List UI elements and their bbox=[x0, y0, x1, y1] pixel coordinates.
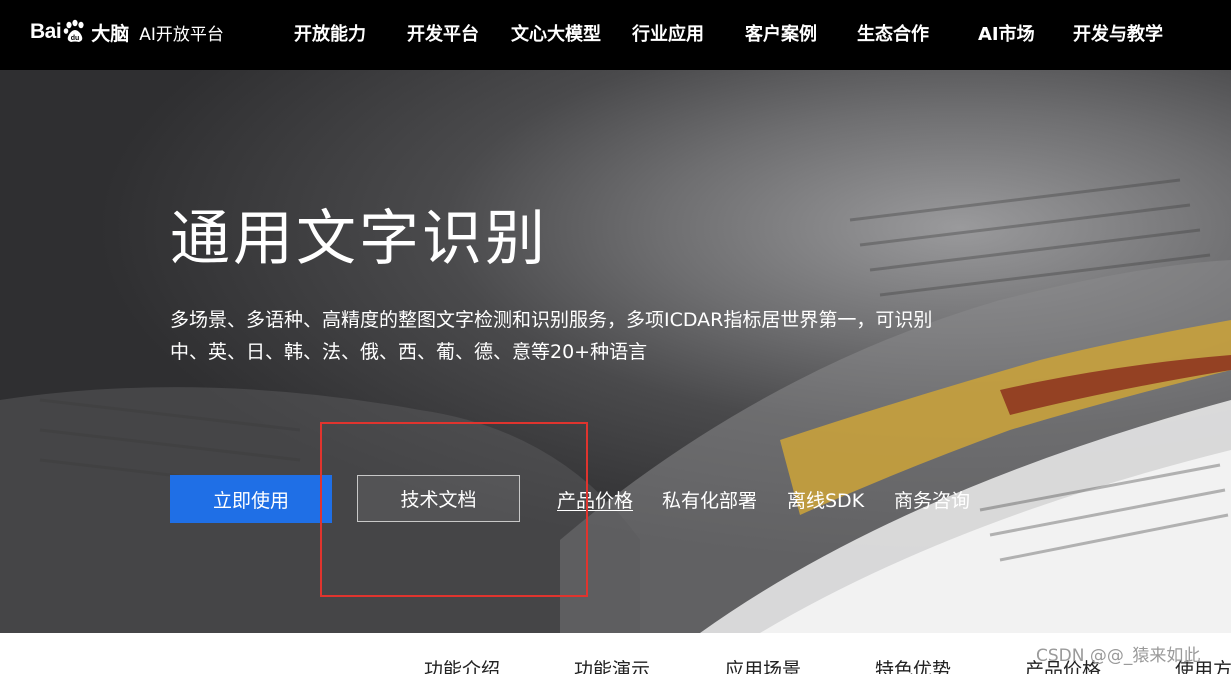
tab-demo[interactable]: 功能演示 bbox=[574, 655, 650, 674]
private-deploy-link[interactable]: 私有化部署 bbox=[662, 486, 757, 513]
use-now-button[interactable]: 立即使用 bbox=[170, 475, 332, 523]
business-consult-link[interactable]: 商务咨询 bbox=[894, 486, 970, 513]
nav-dev-teaching[interactable]: 开发与教学 bbox=[1073, 20, 1163, 46]
nav-open-capability[interactable]: 开放能力 bbox=[294, 20, 366, 46]
logo-subtitle: AI开放平台 bbox=[139, 24, 224, 45]
paw-icon: du bbox=[63, 19, 84, 42]
csdn-watermark: CSDN @@_猿来如此 bbox=[1036, 646, 1201, 666]
svg-text:du: du bbox=[71, 35, 80, 42]
tab-advantages[interactable]: 特色优势 bbox=[875, 655, 951, 674]
hero-title: 通用文字识别 bbox=[170, 204, 548, 274]
offline-sdk-link[interactable]: 离线SDK bbox=[787, 486, 864, 513]
product-price-link[interactable]: 产品价格 bbox=[557, 486, 633, 513]
nav-dev-platform[interactable]: 开发平台 bbox=[407, 20, 479, 46]
tab-features[interactable]: 功能介绍 bbox=[424, 655, 500, 674]
tab-scenarios[interactable]: 应用场景 bbox=[725, 655, 801, 674]
hero-description: 多场景、多语种、高精度的整图文字检测和识别服务，多项ICDAR指标居世界第一，可… bbox=[170, 309, 933, 363]
top-navbar: Bai du 大脑 AI开放平台 开放能力 开发平台 文心大模型 行业应用 客户… bbox=[0, 0, 1231, 70]
nav-industry-apps[interactable]: 行业应用 bbox=[632, 20, 704, 46]
logo-bai-text: Bai bbox=[30, 20, 62, 43]
nav-ecosystem[interactable]: 生态合作 bbox=[857, 20, 929, 46]
logo-brain-text: 大脑 bbox=[91, 22, 130, 45]
hero-banner: 通用文字识别 多场景、多语种、高精度的整图文字检测和识别服务，多项ICDAR指标… bbox=[0, 70, 1231, 633]
baidu-ai-logo[interactable]: Bai du 大脑 AI开放平台 bbox=[30, 12, 224, 52]
nav-customer-cases[interactable]: 客户案例 bbox=[745, 20, 817, 46]
nav-ernie-model[interactable]: 文心大模型 bbox=[511, 20, 601, 46]
nav-ai-market[interactable]: AI市场 bbox=[978, 20, 1035, 46]
tech-docs-button[interactable]: 技术文档 bbox=[357, 475, 520, 522]
